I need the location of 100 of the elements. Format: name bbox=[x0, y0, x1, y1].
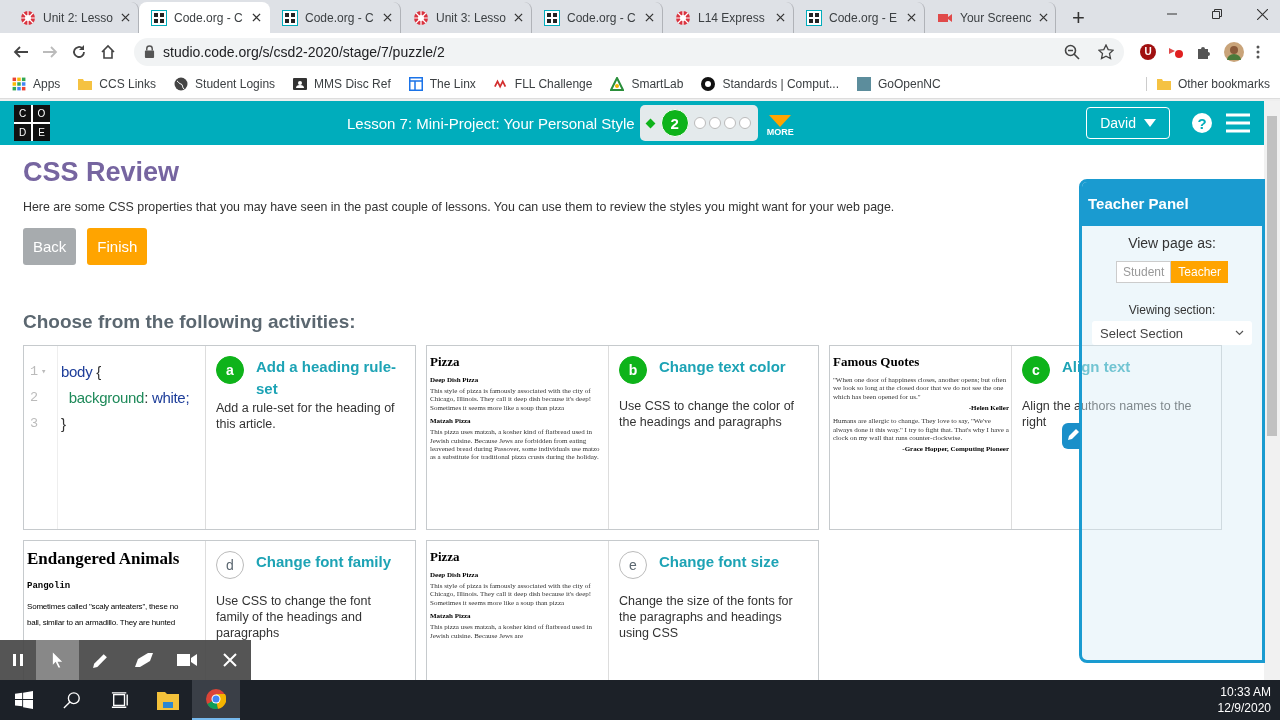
grid-icon bbox=[544, 9, 560, 26]
camera-icon bbox=[176, 653, 197, 667]
pause-icon bbox=[11, 653, 25, 667]
activity-letter-badge: b bbox=[619, 356, 647, 384]
caret-icon bbox=[1144, 119, 1156, 127]
caret-icon bbox=[769, 115, 792, 127]
bookmark-item[interactable]: The Linx bbox=[408, 77, 476, 91]
close-icon[interactable] bbox=[1257, 9, 1268, 20]
bookmark-item[interactable]: Other bookmarks bbox=[1145, 77, 1270, 91]
level-dot[interactable] bbox=[723, 117, 736, 129]
bookmark-item[interactable]: Standards | Comput... bbox=[701, 77, 839, 91]
grid-icon bbox=[806, 9, 822, 26]
browser-tab[interactable]: Code.org - C bbox=[139, 2, 270, 33]
close-icon[interactable] bbox=[514, 13, 523, 22]
circle-logo-icon bbox=[701, 77, 716, 91]
section-heading: Choose from the following activities: bbox=[23, 311, 356, 333]
wave-logo-icon bbox=[493, 77, 508, 91]
lock-icon bbox=[144, 45, 155, 58]
globe-icon bbox=[174, 77, 189, 91]
view-as-label: View page as: bbox=[1128, 235, 1216, 251]
activity-card[interactable] bbox=[829, 345, 1222, 530]
article-heading: Pizza bbox=[430, 549, 461, 565]
folder-icon bbox=[157, 690, 179, 710]
article-text-line: ball, similar to an armadillo. They are hunted bbox=[27, 617, 177, 629]
activity-letter-badge: c bbox=[1022, 356, 1050, 384]
level-dot[interactable] bbox=[693, 117, 706, 129]
close-icon[interactable] bbox=[645, 13, 654, 22]
panel-title: Teacher Panel bbox=[1082, 182, 1262, 226]
activity-description: Change the size of the fonts for the paragraphs and headings using CSS bbox=[619, 593, 794, 641]
logo-letter: C bbox=[14, 105, 31, 122]
home-icon[interactable] bbox=[100, 43, 116, 60]
section-label: Viewing section: bbox=[1128, 303, 1216, 317]
close-icon[interactable] bbox=[1038, 13, 1048, 22]
time-text: 10:33 AM bbox=[1220, 684, 1271, 700]
wheel-icon bbox=[675, 9, 691, 26]
activity-description: Add a rule-set for the heading of this article. bbox=[216, 400, 396, 432]
apps-grid-icon bbox=[12, 77, 26, 91]
triangle-logo-icon bbox=[610, 77, 625, 91]
taskbar-button[interactable] bbox=[192, 680, 240, 720]
close-icon[interactable] bbox=[252, 13, 261, 22]
star-icon[interactable] bbox=[1098, 43, 1114, 60]
page-description: Here are some CSS properties that you may have seen in the past couple of lessons. You can use them to review the styles you might want for your web page. bbox=[23, 200, 895, 214]
bookmark-item[interactable]: Student Logins bbox=[174, 77, 276, 91]
bookmark-item[interactable]: FLL Challenge bbox=[493, 77, 593, 91]
browser-logo-icon bbox=[206, 689, 226, 709]
back-arrow-icon[interactable] bbox=[13, 43, 29, 60]
chevron-icon bbox=[1235, 330, 1244, 336]
article-text-line: Sometimes called "scaly anteaters", these no bbox=[27, 601, 180, 613]
windows-logo-icon bbox=[15, 691, 33, 709]
pointer-icon bbox=[51, 652, 64, 668]
grid-icon bbox=[151, 9, 167, 26]
scrollbar[interactable] bbox=[1264, 101, 1280, 680]
scrollbar-thumb[interactable] bbox=[1267, 116, 1277, 436]
logo-letter: E bbox=[33, 124, 50, 141]
section-dropdown[interactable]: Select Section bbox=[1092, 321, 1252, 345]
pencil-tab-icon[interactable] bbox=[1062, 423, 1080, 449]
close-icon[interactable] bbox=[776, 13, 785, 22]
folder-icon bbox=[78, 77, 93, 91]
bookmark-item[interactable]: Apps bbox=[12, 77, 61, 91]
bookmark-item[interactable]: SmartLab bbox=[610, 77, 684, 91]
folder-icon bbox=[1156, 77, 1171, 91]
search-icon bbox=[63, 691, 81, 709]
code-line: } bbox=[61, 414, 66, 432]
wheel-icon bbox=[20, 9, 36, 26]
line-number: 2 bbox=[28, 389, 38, 405]
logo-letter: D bbox=[14, 124, 31, 141]
close-icon[interactable] bbox=[121, 13, 130, 22]
page-title: CSS Review bbox=[23, 157, 180, 188]
bookmark-item[interactable]: GoOpenNC bbox=[856, 77, 941, 91]
activity-card[interactable] bbox=[426, 540, 819, 680]
date-text: 12/9/2020 bbox=[1217, 700, 1271, 716]
extension-button[interactable]: U bbox=[1140, 43, 1156, 60]
activity-description: Use CSS to change the font family of the headings and paragraphs bbox=[216, 593, 372, 641]
level-dot[interactable] bbox=[738, 117, 751, 129]
activity-card[interactable] bbox=[426, 345, 819, 530]
wheel-icon bbox=[413, 9, 429, 26]
new-tab-button[interactable]: + bbox=[1072, 7, 1085, 29]
avatar-icon[interactable] bbox=[1224, 41, 1244, 62]
close-icon[interactable] bbox=[383, 13, 392, 22]
contact-card-icon bbox=[293, 77, 308, 91]
layout-icon bbox=[408, 77, 423, 91]
line-number: 1 bbox=[28, 363, 38, 379]
close-icon[interactable] bbox=[907, 13, 916, 22]
line-number: 3 bbox=[28, 415, 38, 431]
pen-icon bbox=[92, 651, 109, 669]
activity-letter-badge: a bbox=[216, 356, 244, 384]
address-bar[interactable]: studio.code.org/s/csd2-2020/stage/7/puzzle/2 bbox=[134, 37, 1124, 66]
article-heading: Endangered Animals bbox=[27, 549, 181, 569]
menu-icon[interactable] bbox=[1256, 43, 1260, 60]
restore-icon[interactable] bbox=[1212, 9, 1222, 19]
lesson-title: Lesson 7: Mini-Project: Your Personal Style bbox=[347, 114, 635, 132]
reload-icon[interactable] bbox=[71, 43, 87, 60]
logo-letter: O bbox=[33, 105, 50, 122]
close-icon bbox=[222, 653, 237, 667]
bookmark-item[interactable]: MMS Disc Ref bbox=[293, 77, 391, 91]
level-dot[interactable] bbox=[708, 117, 721, 129]
bookmark-item[interactable]: CCS Links bbox=[78, 77, 157, 91]
code-line: background: white; bbox=[67, 388, 190, 406]
zoom-icon[interactable] bbox=[1064, 43, 1080, 60]
article-subheading: Pangolin bbox=[27, 581, 72, 591]
